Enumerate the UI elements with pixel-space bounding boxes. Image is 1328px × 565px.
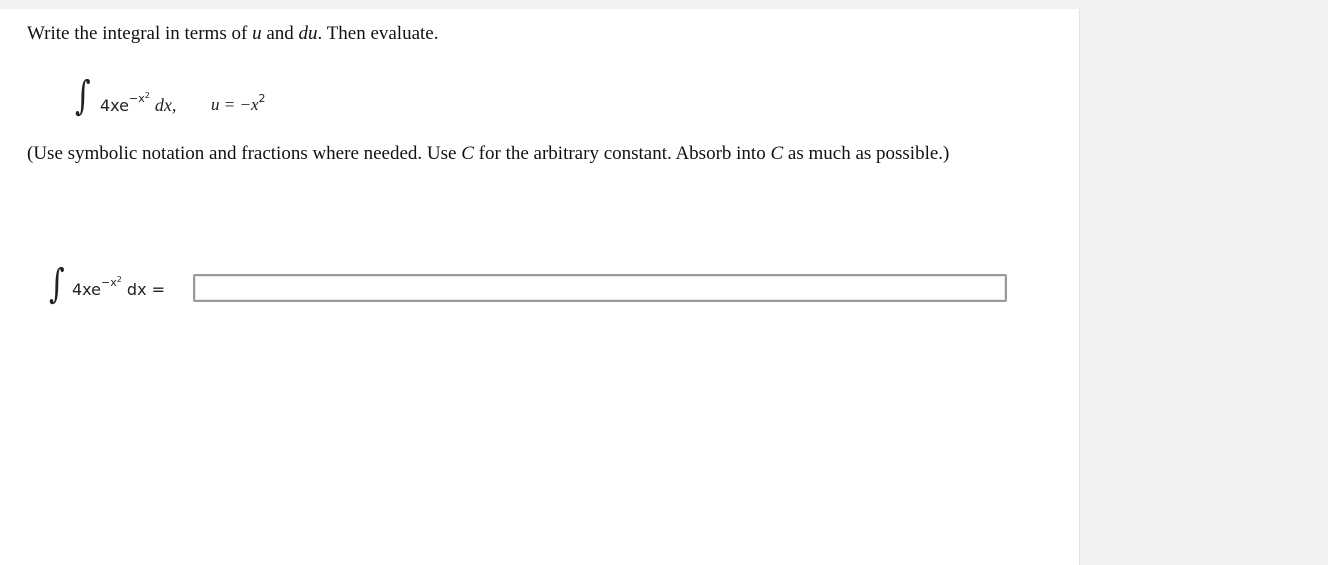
exponent-power: 2: [144, 91, 150, 100]
instruction-du: du: [298, 23, 318, 44]
problem-differential: dx,: [154, 95, 177, 115]
substitution: u = −x2: [211, 92, 266, 115]
answer-differential: dx =: [126, 280, 166, 299]
top-strip: [0, 0, 1328, 9]
integrand-base: 4xe: [100, 96, 129, 115]
instruction-part: and: [261, 23, 299, 44]
problem-integrand: 4xe−x2 dx,: [100, 91, 177, 116]
instruction-part: Write the integral in terms of: [27, 23, 253, 44]
instruction-text: Write the integral in terms of u and du.…: [27, 23, 439, 45]
note-part: for the arbitrary constant. Absorb into: [473, 143, 771, 164]
integral-icon: ∫: [75, 73, 91, 119]
note-c: C: [770, 143, 784, 164]
problem-expression: ∫ 4xe−x2 dx, u = −x2: [75, 73, 335, 121]
answer-integrand: 4xe−x2 dx =: [72, 275, 166, 299]
answer-row: ∫ 4xe−x2 dx =: [49, 259, 1019, 309]
instructions-note: (Use symbolic notation and fractions whe…: [27, 143, 949, 165]
exponent-power: 2: [116, 275, 122, 284]
note-part: (Use symbolic notation and fractions whe…: [27, 143, 462, 164]
exponent-text: −x: [101, 276, 117, 289]
answer-input[interactable]: [193, 274, 1007, 302]
integrand-base: 4xe: [72, 280, 101, 299]
integrand-exponent: −x2: [101, 275, 122, 289]
instruction-part: . Then evaluate.: [317, 23, 439, 44]
question-panel: Write the integral in terms of u and du.…: [0, 9, 1080, 565]
substitution-power: 2: [258, 92, 266, 105]
integral-icon: ∫: [49, 261, 65, 307]
integrand-exponent: −x2: [129, 91, 150, 105]
exponent-text: −x: [129, 92, 145, 105]
substitution-text: u = −x: [211, 95, 259, 114]
instruction-u: u: [252, 23, 262, 44]
note-part: as much as possible.): [783, 143, 950, 164]
note-c: C: [461, 143, 474, 164]
